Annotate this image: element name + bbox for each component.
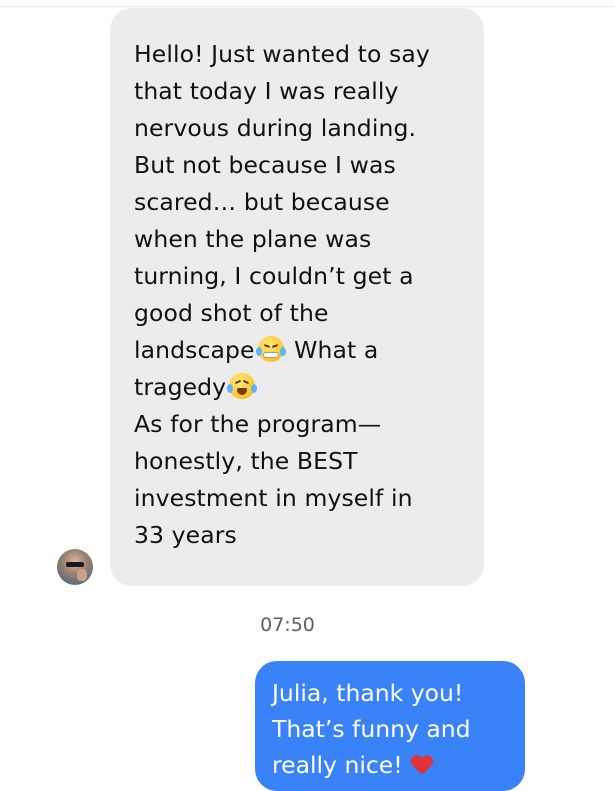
tears-of-joy-icon xyxy=(227,373,258,399)
sunglasses-icon xyxy=(66,562,84,567)
red-heart-icon xyxy=(411,756,433,776)
incoming-message-text: Hello! Just wanted to say that today I w… xyxy=(134,40,430,549)
message-timestamp: 07:50 xyxy=(260,614,315,636)
outgoing-message-bubble[interactable]: Julia, thank you! That’s funny and reall… xyxy=(255,661,525,791)
hand-icon xyxy=(77,569,87,581)
top-divider xyxy=(0,6,615,7)
angry-tearful-face-icon xyxy=(255,336,286,362)
sender-avatar[interactable] xyxy=(57,549,93,585)
outgoing-message-text: Julia, thank you! That’s funny and reall… xyxy=(272,679,471,779)
incoming-message-bubble[interactable]: Hello! Just wanted to say that today I w… xyxy=(110,8,484,586)
